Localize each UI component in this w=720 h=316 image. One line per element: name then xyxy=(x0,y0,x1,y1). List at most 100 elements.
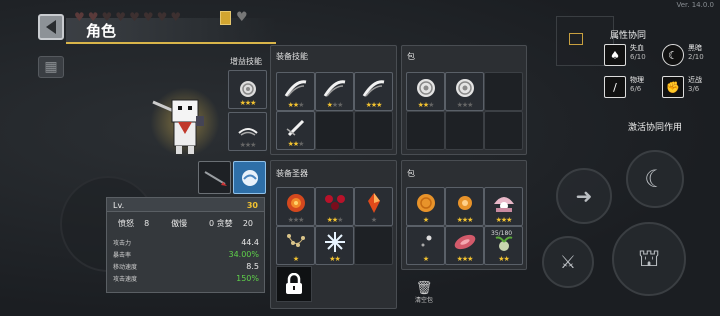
star-rating: ★★★ xyxy=(456,216,474,224)
equip-relic-slot-3[interactable]: ★ xyxy=(354,187,393,226)
synergy-item-physical[interactable]: / 物理 6/6 xyxy=(604,76,644,98)
fire-orb-icon xyxy=(285,192,307,218)
trait-pride: 傲慢 xyxy=(171,219,188,228)
equip-relic-slot-1[interactable]: ★★★ xyxy=(276,187,315,226)
gain-skill-slot-2[interactable]: ★★★ xyxy=(228,112,267,151)
level-value: 30 xyxy=(246,201,258,210)
star-rating: ★★★ xyxy=(417,101,435,109)
clear-bag-button[interactable]: 🗑 清空包 xyxy=(415,282,433,304)
slash-arc-icon xyxy=(284,78,308,102)
star-rating: ★★★ xyxy=(365,101,383,109)
bead-string-icon xyxy=(285,231,307,257)
star-rating: ★ xyxy=(292,255,299,263)
star-rating: ★★ xyxy=(329,255,341,263)
traits-row: 愤怒 8 傲慢 0 贪婪 20 xyxy=(107,218,264,229)
synergy-item-bleed[interactable]: ♠ 失血 6/10 xyxy=(604,44,646,66)
snowflake-icon xyxy=(324,231,346,257)
bag-bottom-slot-2[interactable]: ★★★ xyxy=(445,187,484,226)
red-chain-icon xyxy=(323,193,347,217)
bag-counter: 35/180 xyxy=(491,230,513,237)
spiral-orb-icon xyxy=(454,77,476,103)
bag-top-label: 包 xyxy=(407,52,415,61)
stat-row-attack-speed: 攻击速度 150% xyxy=(113,274,259,283)
back-button[interactable] xyxy=(38,14,64,40)
gain-skill-label: 增益技能 xyxy=(230,57,262,66)
bag-bottom-slot-4[interactable]: ★ xyxy=(406,226,445,265)
synergy-item-melee[interactable]: ✊ 近战 3/6 xyxy=(662,76,702,98)
grid-button[interactable]: ▦ xyxy=(38,56,64,78)
star-rating: ★★★ xyxy=(239,141,257,149)
bag-bottom-slot-5[interactable]: ★★★ xyxy=(445,226,484,265)
star-rating: ★ xyxy=(422,216,429,224)
equip-skill-slot-2[interactable]: ★★★ xyxy=(315,72,354,111)
wind-swirl-icon xyxy=(237,127,258,136)
stat-row-attack: 攻击力 44.4 xyxy=(113,238,259,247)
grid-icon: ▦ xyxy=(44,59,58,75)
heart-icon: ♥ xyxy=(156,10,168,24)
equip-relic-slot-4[interactable]: ★ xyxy=(276,226,315,265)
equip-skill-slot-6[interactable] xyxy=(354,111,393,150)
synergy-grid: ♠ 失血 6/10 ☾ 黑暗 2/10 / 物理 6/6 ✊ 近战 3/6 xyxy=(604,44,714,104)
star-rating: ★★★ xyxy=(287,140,305,148)
version-label: Ver. 14.0.0 xyxy=(676,1,714,9)
stats-panel: Lv. 30 愤怒 8 傲慢 0 贪婪 20 攻击力 44.4 暴击率 34.00%… xyxy=(106,197,265,293)
orange-gem-icon xyxy=(455,193,475,217)
back-arrow-icon xyxy=(46,20,56,34)
spiral-orb-icon xyxy=(415,77,437,103)
bag-top-slot-2[interactable]: ★★★ xyxy=(445,72,484,111)
equip-skill-slot-3[interactable]: ★★★ xyxy=(354,72,393,111)
equip-skill-slot-1[interactable]: ★★★ xyxy=(276,72,315,111)
crescent-icon: ☾ xyxy=(644,165,666,193)
weapon-slot-2[interactable] xyxy=(233,161,266,194)
red-crystal-icon xyxy=(367,192,381,218)
equip-skill-label: 装备技能 xyxy=(276,52,308,61)
equip-skill-slot-4[interactable]: ★★★ xyxy=(276,111,315,150)
skill-button[interactable]: ☾ xyxy=(626,150,684,208)
stat-rows: 攻击力 44.4 暴击率 34.00% 移动速度 8.5 攻击速度 150% xyxy=(113,238,259,283)
synergy-item-dark[interactable]: ☾ 黑暗 2/10 xyxy=(662,44,704,66)
equip-relic-slot-5[interactable]: ★★ xyxy=(315,226,354,265)
character-sprite xyxy=(152,99,204,154)
bag-top-slot-6[interactable] xyxy=(484,111,523,150)
equip-relic-slot-2[interactable]: ★★★ xyxy=(315,187,354,226)
star-rating: ★★★ xyxy=(495,216,513,224)
star-rating: ★★★ xyxy=(239,99,257,107)
blood-drop-icon: ♠ xyxy=(604,44,626,66)
heart-icon: ♥ xyxy=(142,10,154,24)
equip-skill-panel: 装备技能 ★★★ ★★★ ★★★ ★★★ xyxy=(270,45,397,155)
star-rating: ★★★ xyxy=(326,101,344,109)
weapon-swap-button[interactable]: ⚔ xyxy=(542,236,594,288)
stat-row-crit: 暴击率 34.00% xyxy=(113,250,259,259)
heart-icon: ♥ xyxy=(170,10,182,24)
gain-skill-column: ★★★ ★★★ xyxy=(228,70,267,154)
level-label: Lv. xyxy=(113,201,125,210)
meat-slice-icon xyxy=(453,232,477,256)
equip-relic-slot-6[interactable] xyxy=(354,226,393,265)
bag-bottom-slot-3[interactable]: ★★★ xyxy=(484,187,523,226)
bag-top-slot-3[interactable] xyxy=(484,72,523,111)
minimap-room-icon xyxy=(569,33,583,45)
bag-top-slot-1[interactable]: ★★★ xyxy=(406,72,445,111)
star-rating: ★★★ xyxy=(456,101,474,109)
page-title: 角色 xyxy=(86,22,117,40)
bag-top-slot-5[interactable] xyxy=(445,111,484,150)
bag-top-panel: 包 ★★★ ★★★ xyxy=(401,45,527,155)
stat-row-move-speed: 移动速度 8.5 xyxy=(113,262,259,271)
bag-bottom-label: 包 xyxy=(407,169,415,178)
trait-anger: 愤怒 8 xyxy=(117,219,150,228)
bag-top-slot-4[interactable] xyxy=(406,111,445,150)
star-rating: ★★★ xyxy=(287,216,305,224)
synergy-title: 属性协同 xyxy=(610,31,647,41)
dash-button[interactable]: ➜ xyxy=(556,168,612,224)
weapon-slot-1[interactable] xyxy=(198,161,231,194)
heart-icon: ♥ xyxy=(74,10,85,24)
door-button[interactable]: ⛫ xyxy=(612,222,686,296)
equip-skill-slot-5[interactable] xyxy=(315,111,354,150)
spiral-orb-icon xyxy=(239,80,256,97)
gain-skill-slot-1[interactable]: ★★★ xyxy=(228,70,267,109)
locked-slot[interactable] xyxy=(276,266,312,302)
star-rating: ★★★ xyxy=(326,216,344,224)
wind-orb-icon xyxy=(241,169,258,186)
heart-outline-icon: ♥ xyxy=(236,10,248,25)
bag-bottom-slot-1[interactable]: ★ xyxy=(406,187,445,226)
